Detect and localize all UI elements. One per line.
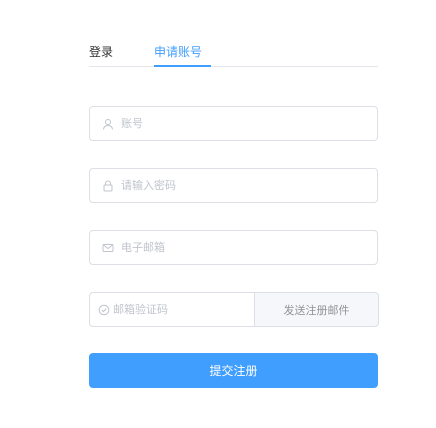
password-field <box>89 168 378 203</box>
email-field <box>89 230 378 265</box>
tab-login[interactable]: 登录 <box>89 43 113 60</box>
verification-code-field: 发送注册邮件 <box>89 292 379 327</box>
account-field <box>89 106 378 141</box>
submit-register-button[interactable]: 提交注册 <box>89 353 378 388</box>
lock-icon <box>98 180 118 192</box>
active-tab-indicator <box>154 65 211 67</box>
code-input[interactable] <box>110 293 258 326</box>
user-icon <box>98 118 118 130</box>
check-circle-icon <box>98 304 110 316</box>
register-page: 登录 申请账号 账号 电子邮箱 邮箱验证码 发送注册邮件 提交注册 <box>0 0 436 428</box>
message-icon <box>98 242 118 254</box>
tab-register[interactable]: 申请账号 <box>154 43 202 60</box>
account-input[interactable] <box>118 107 377 140</box>
password-input[interactable] <box>118 169 377 202</box>
code-input-wrap <box>90 293 258 326</box>
send-code-button[interactable]: 发送注册邮件 <box>254 292 379 327</box>
auth-tabs: 登录 申请账号 <box>89 38 378 70</box>
tabs-divider <box>89 66 378 67</box>
email-input[interactable] <box>118 231 377 264</box>
